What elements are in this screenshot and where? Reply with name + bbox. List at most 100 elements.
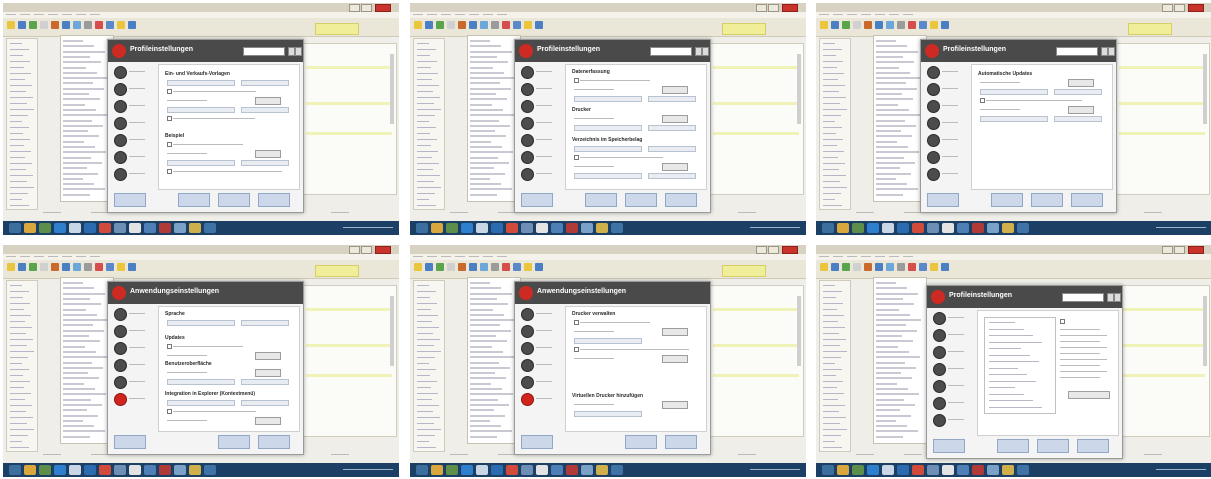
highlighted-row[interactable] — [713, 132, 799, 135]
toolbar-icon[interactable] — [853, 263, 861, 271]
tree-item[interactable] — [10, 303, 30, 304]
option-button[interactable] — [255, 417, 281, 425]
list-item[interactable] — [63, 409, 87, 412]
list-item[interactable] — [989, 387, 1015, 388]
menu-item[interactable] — [889, 14, 899, 15]
menu-item[interactable] — [6, 14, 16, 15]
list-item[interactable] — [876, 335, 902, 337]
taskbar-app-icon[interactable] — [84, 223, 96, 233]
tree-item[interactable] — [417, 393, 438, 394]
list-item[interactable] — [63, 183, 94, 186]
list-item[interactable] — [876, 40, 896, 42]
list-item[interactable] — [63, 356, 107, 359]
toolbar-icon[interactable] — [62, 263, 70, 271]
list-item[interactable] — [470, 313, 504, 316]
tree-item[interactable] — [417, 97, 440, 98]
list-item[interactable] — [470, 393, 513, 396]
taskbar-app-icon[interactable] — [972, 465, 984, 475]
list-item[interactable] — [63, 345, 85, 348]
nav-item[interactable] — [110, 98, 154, 114]
menu-item[interactable] — [413, 14, 423, 15]
list-item[interactable] — [470, 403, 509, 406]
taskbar-app-icon[interactable] — [506, 465, 518, 475]
option-checkbox[interactable] — [167, 89, 172, 94]
text-field[interactable] — [167, 80, 235, 86]
nav-item[interactable] — [923, 64, 967, 80]
list-item[interactable] — [876, 398, 904, 401]
tree-item[interactable] — [823, 297, 836, 298]
option-checkbox[interactable] — [1060, 319, 1065, 324]
tree-item[interactable] — [823, 103, 840, 104]
list-item[interactable] — [63, 382, 84, 385]
toolbar-icon[interactable] — [524, 263, 532, 271]
nav-item[interactable] — [517, 132, 561, 148]
toolbar-icon[interactable] — [831, 263, 839, 271]
list-item[interactable] — [989, 328, 1024, 330]
menu-item[interactable] — [427, 256, 437, 257]
taskbar-app-icon[interactable] — [99, 223, 111, 233]
toolbar-icon[interactable] — [875, 21, 883, 29]
list-item[interactable] — [470, 287, 501, 290]
toolbar-icon[interactable] — [18, 263, 26, 271]
nav-item[interactable] — [929, 310, 973, 326]
tree-item[interactable] — [10, 333, 26, 334]
list-item[interactable] — [63, 71, 97, 74]
tree-item[interactable] — [10, 429, 34, 430]
tree-item[interactable] — [823, 181, 840, 182]
maximize-button[interactable] — [1174, 246, 1185, 254]
tree-item[interactable] — [823, 79, 838, 80]
list-item[interactable] — [470, 377, 506, 380]
tree-item[interactable] — [10, 417, 33, 418]
nav-item[interactable] — [929, 327, 973, 343]
tree-item[interactable] — [417, 429, 441, 430]
text-field[interactable] — [241, 80, 289, 86]
list-item[interactable] — [63, 61, 101, 64]
taskbar-app-icon[interactable] — [431, 223, 443, 233]
list-item[interactable] — [470, 87, 511, 90]
list-item[interactable] — [876, 340, 913, 343]
list-item[interactable] — [876, 77, 921, 80]
tree-item[interactable] — [823, 315, 844, 316]
list-item[interactable] — [63, 435, 90, 438]
tree-item[interactable] — [417, 127, 436, 128]
list-item[interactable] — [470, 93, 496, 95]
tree-item[interactable] — [417, 423, 434, 424]
tree-item[interactable] — [823, 309, 837, 310]
tree-item[interactable] — [10, 321, 25, 322]
taskbar-app-icon[interactable] — [416, 465, 428, 475]
highlighted-tab[interactable] — [315, 265, 359, 277]
nav-item[interactable] — [110, 391, 154, 407]
highlighted-row[interactable] — [306, 132, 392, 135]
taskbar-app-icon[interactable] — [897, 465, 909, 475]
list-item[interactable] — [470, 382, 491, 385]
tree-item[interactable] — [823, 127, 842, 128]
taskbar-app-icon[interactable] — [822, 465, 834, 475]
taskbar-app-icon[interactable] — [204, 223, 216, 233]
menu-item[interactable] — [833, 256, 843, 257]
list-item[interactable] — [63, 329, 104, 332]
menu-item[interactable] — [469, 14, 479, 15]
nav-item[interactable] — [110, 132, 154, 148]
option-button[interactable] — [662, 115, 688, 123]
list-item[interactable] — [63, 313, 97, 316]
list-item[interactable] — [876, 140, 897, 143]
option-checkbox[interactable] — [574, 320, 579, 325]
tree-item[interactable] — [823, 291, 842, 292]
list-item[interactable] — [876, 287, 907, 290]
menu-item[interactable] — [62, 256, 72, 257]
tree-item[interactable] — [10, 369, 29, 370]
list-item[interactable] — [470, 435, 497, 438]
toolbar-icon[interactable] — [458, 21, 466, 29]
tree-item[interactable] — [417, 181, 434, 182]
tree-item[interactable] — [823, 85, 845, 86]
toolbar-icon[interactable] — [7, 21, 15, 29]
toolbar-icon[interactable] — [84, 21, 92, 29]
tree-item[interactable] — [417, 193, 435, 194]
tree-item[interactable] — [417, 339, 440, 340]
list-item[interactable] — [876, 345, 898, 348]
taskbar-app-icon[interactable] — [521, 223, 533, 233]
list-item[interactable] — [470, 40, 490, 42]
list-item[interactable] — [63, 82, 93, 85]
list-item[interactable] — [470, 66, 493, 69]
cancel-button[interactable] — [665, 435, 697, 449]
